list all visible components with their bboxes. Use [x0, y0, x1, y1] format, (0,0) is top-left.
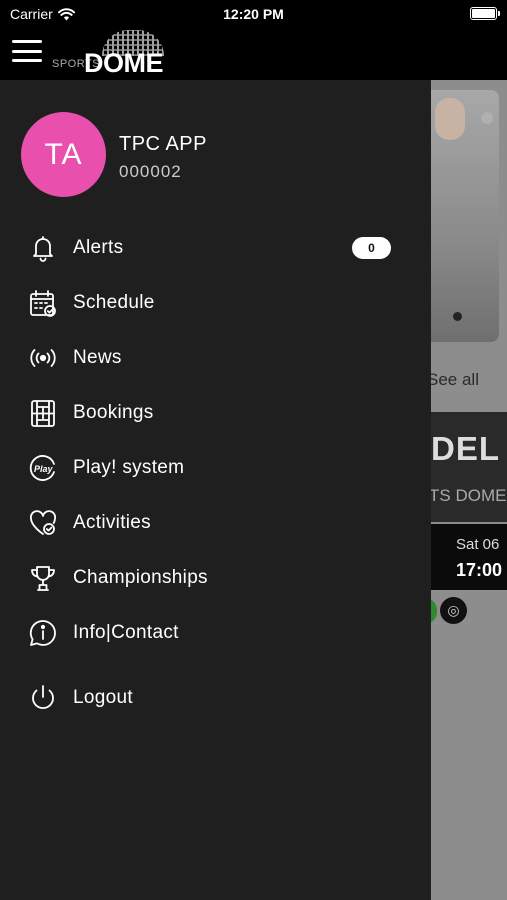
menu-item-alerts[interactable]: Alerts 0: [0, 224, 431, 272]
menu-item-play-system[interactable]: Play Play! system: [0, 444, 431, 492]
top-bar: SPORTS DOME: [0, 28, 507, 80]
see-all-link: See all: [431, 370, 479, 389]
background-promo-card: [431, 90, 499, 342]
background-date-card: Sat 06 17:00: [431, 524, 507, 590]
avatar[interactable]: TA: [21, 112, 106, 197]
menu-item-info-contact[interactable]: Info|Contact: [0, 609, 431, 657]
power-icon: [27, 682, 59, 714]
user-id: 000002: [119, 162, 182, 181]
background-green-button: [431, 598, 437, 624]
menu-item-label: Play! system: [73, 457, 185, 478]
menu-item-logout[interactable]: Logout: [0, 674, 431, 722]
menu-item-label: Alerts: [73, 237, 124, 258]
menu-item-label: Championships: [73, 567, 208, 588]
background-add-player-icon: ◎: [440, 597, 467, 624]
menu-item-label: News: [73, 347, 122, 368]
background-home-content: See all DEL TS DOME Sat 06 17:00 ◎: [431, 80, 507, 900]
alerts-count-badge: 0: [352, 237, 391, 259]
bell-icon: [27, 232, 59, 264]
user-name: TPC APP: [119, 133, 207, 155]
background-person-image: [435, 98, 465, 140]
banner-title: DEL: [431, 430, 500, 467]
event-date: Sat 06: [456, 536, 500, 553]
menu-item-news[interactable]: News: [0, 334, 431, 382]
play-badge-icon: Play: [27, 452, 59, 484]
broadcast-icon: [27, 342, 59, 374]
status-bar: Carrier 12:20 PM: [0, 0, 507, 28]
calendar-check-icon: [27, 287, 59, 319]
court-icon: [27, 397, 59, 429]
menu-item-championships[interactable]: Championships: [0, 554, 431, 602]
menu-item-label: Activities: [73, 512, 151, 533]
banner-subtitle: TS DOME: [431, 486, 507, 505]
menu-item-bookings[interactable]: Bookings: [0, 389, 431, 437]
background-banner: DEL TS DOME: [431, 412, 507, 522]
info-chat-icon: [27, 617, 59, 649]
trophy-icon: [27, 562, 59, 594]
hamburger-menu-icon[interactable]: [12, 40, 42, 62]
background-dot: [453, 312, 462, 321]
battery-icon: [470, 7, 500, 20]
menu-item-label: Logout: [73, 687, 133, 708]
menu-item-label: Bookings: [73, 402, 154, 423]
sportsdome-logo: SPORTS DOME: [50, 28, 170, 78]
menu-item-schedule[interactable]: Schedule: [0, 279, 431, 327]
logo-dome-text: DOME: [84, 48, 164, 78]
menu-item-activities[interactable]: Activities: [0, 499, 431, 547]
svg-text:Play: Play: [34, 464, 54, 474]
heart-check-icon: [27, 507, 59, 539]
event-time: 17:00: [456, 560, 503, 580]
clock: 12:20 PM: [223, 6, 284, 22]
menu-item-label: Schedule: [73, 292, 155, 313]
background-dot: [481, 112, 493, 124]
side-drawer: TA TPC APP 000002 Alerts 0 Schedule News…: [0, 80, 431, 900]
menu-item-label: Info|Contact: [73, 622, 179, 643]
